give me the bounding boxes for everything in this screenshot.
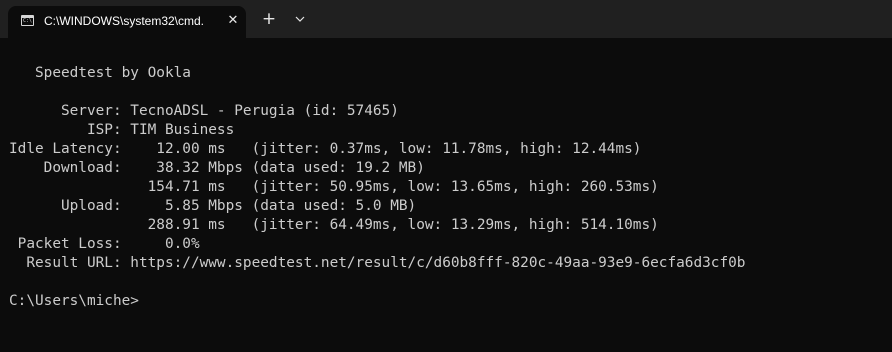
tab-title: C:\WINDOWS\system32\cmd. — [44, 14, 205, 28]
tab-dropdown-button[interactable] — [291, 9, 309, 29]
output-line: Upload: 5.85 Mbps (data used: 5.0 MB) — [9, 198, 417, 214]
tab-cmd[interactable]: C:\ C:\WINDOWS\system32\cmd. ✕ — [8, 6, 246, 38]
output-line: 154.71 ms (jitter: 50.95ms, low: 13.65ms… — [9, 179, 659, 195]
close-tab-icon[interactable]: ✕ — [226, 13, 240, 29]
output-line: Download: 38.32 Mbps (data used: 19.2 MB… — [9, 160, 425, 176]
output-line: 288.91 ms (jitter: 64.49ms, low: 13.29ms… — [9, 217, 659, 233]
command-prompt: C:\Users\miche> — [9, 293, 139, 309]
output-line: Packet Loss: 0.0% — [9, 236, 200, 252]
cmd-icon: C:\ — [21, 15, 34, 26]
output-line: Speedtest by Ookla — [9, 65, 191, 81]
terminal-output[interactable]: Speedtest by Ookla Server: TecnoADSL - P… — [9, 64, 745, 311]
chevron-down-icon — [295, 16, 305, 22]
output-line: Result URL: https://www.speedtest.net/re… — [9, 255, 746, 271]
output-line: Server: TecnoADSL - Perugia (id: 57465) — [9, 103, 399, 119]
terminal-window: C:\ C:\WINDOWS\system32\cmd. ✕ + Speedte… — [0, 0, 892, 352]
output-line: ISP: TIM Business — [9, 122, 235, 138]
tab-bar: C:\ C:\WINDOWS\system32\cmd. ✕ + — [0, 0, 892, 38]
cmd-icon-prompt: C:\ — [23, 18, 33, 24]
output-line: Idle Latency: 12.00 ms (jitter: 0.37ms, … — [9, 141, 642, 157]
new-tab-button[interactable]: + — [259, 9, 279, 29]
